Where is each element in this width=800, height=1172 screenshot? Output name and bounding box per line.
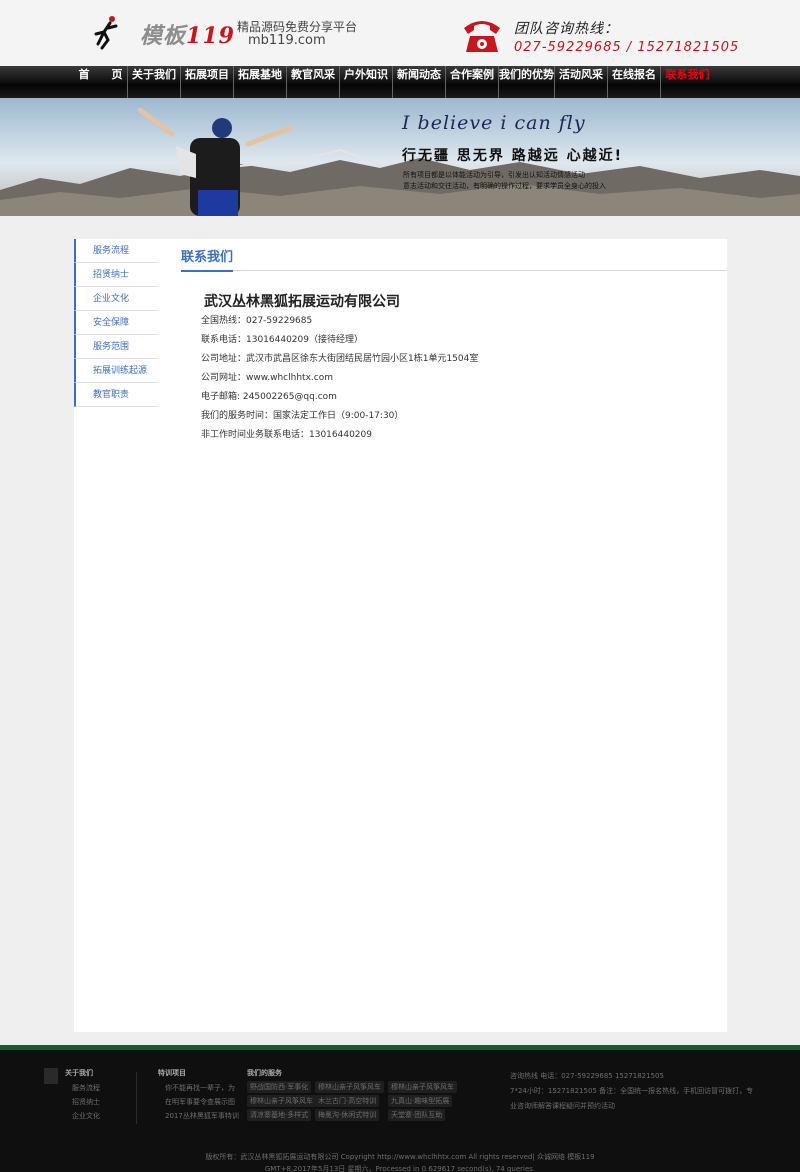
- footer-service-tag-2[interactable]: 穆林山亲子风筝风车: [388, 1081, 457, 1093]
- content-panel: 服务流程 招贤纳士 企业文化 安全保障 服务范围 拓展训练起源 教官职责 联系我们 武汉丛林…: [74, 239, 727, 1032]
- hero-banner: I believe i can fly 行无疆 思无界 路越远 心越近! 所有项…: [0, 98, 800, 216]
- footer-link-training-1[interactable]: 在明军事要令查展示图: [165, 1097, 235, 1107]
- footer-link-about-2[interactable]: 企业文化: [72, 1111, 100, 1121]
- footer-link-training-0[interactable]: 你不能再找一辈子，为: [165, 1083, 235, 1093]
- section-title: 联系我们: [181, 246, 234, 272]
- contact-info: 全国热线：027-59229685 联系电话：13016440209（接待经理） 公…: [201, 312, 478, 445]
- footer-link-about-0[interactable]: 服务流程: [72, 1083, 100, 1093]
- footer-service-tag-0[interactable]: 野战国防西·军事化: [247, 1081, 312, 1093]
- contact-line-2: 公司地址：武汉市武昌区徐东大街团结民居竹园小区1栋1单元1504室: [201, 354, 479, 364]
- sidebar-item-3[interactable]: 安全保障: [74, 311, 158, 335]
- sidebar-item-5[interactable]: 拓展训练起源: [74, 359, 158, 383]
- footer-link-about-1[interactable]: 招贤纳士: [72, 1097, 100, 1107]
- contact-line-5: 我们的服务时间：国家法定工作日（9:00-17:30）: [201, 411, 404, 421]
- nav-item-6[interactable]: 新闻动态: [393, 66, 446, 98]
- hotline-numbers: 027-59229685 / 15271821505: [514, 40, 740, 55]
- footer-col3-title[interactable]: 我们的服务: [247, 1068, 282, 1078]
- banner-line-1: 所有项目都是以体能活动为引导，引发出认知活动情感活动: [403, 171, 585, 179]
- nav-item-4[interactable]: 教官风采: [287, 66, 340, 98]
- runner-logo-icon[interactable]: [88, 14, 124, 50]
- footer-service-tag-4[interactable]: 木兰古门·高空特训: [315, 1095, 380, 1107]
- footer-divider: [136, 1072, 137, 1124]
- banner-subtitle: 行无疆 思无界 路越远 心越近!: [402, 148, 624, 164]
- footer-service-tag-3[interactable]: 穆林山亲子风筝风车: [247, 1095, 316, 1107]
- site-domain: mb119.com: [248, 33, 326, 48]
- nav-item-0[interactable]: 首 页: [74, 66, 128, 98]
- nav-item-7[interactable]: 合作案例: [446, 66, 499, 98]
- footer-processed: GMT+8,2017年5月13日 星期六，Processed in 0.6296…: [264, 1165, 536, 1172]
- site-logo-text[interactable]: 模板119: [140, 18, 235, 50]
- nav-item-10[interactable]: 在线报名: [608, 66, 661, 98]
- contact-line-0: 全国热线：027-59229685: [201, 316, 313, 326]
- mountain-illustration: [0, 107, 800, 216]
- footer-col2-title[interactable]: 特训项目: [158, 1068, 186, 1078]
- nav-item-2[interactable]: 拓展项目: [181, 66, 234, 98]
- sidebar-item-1[interactable]: 招贤纳士: [74, 263, 158, 287]
- banner-line-2: 意志活动和交往活动，有明确的操作过程，要求学员全身心的投入: [403, 182, 606, 190]
- site-header: 模板119 精品源码免费分享平台 mb119.com 团队咨询热线： 027-5…: [0, 0, 800, 66]
- banner-title: I believe i can fly: [402, 112, 586, 134]
- hotline-title: 团队咨询热线：: [514, 21, 619, 37]
- sidebar-item-6[interactable]: 教官职责: [74, 383, 158, 407]
- telephone-icon: [464, 21, 500, 52]
- footer-contact-line-1: 7*24小时：15271821505 备注：全国统一报名热线，手机回访冒可拨打，…: [510, 1087, 754, 1095]
- site-footer: 关于我们 服务流程招贤纳士企业文化 特训项目 你不能再找一辈子，为 在明军事要令查…: [0, 1045, 800, 1172]
- nav-item-1[interactable]: 关于我们: [128, 66, 181, 98]
- sidebar-menu: 服务流程 招贤纳士 企业文化 安全保障 服务范围 拓展训练起源 教官职责: [74, 239, 158, 407]
- sidebar-item-2[interactable]: 企业文化: [74, 287, 158, 311]
- footer-service-tag-1[interactable]: 穆林山亲子风筝风车: [315, 1081, 384, 1093]
- footer-contact-line-2: 业咨询师解答课程疑问并预约活动: [510, 1102, 615, 1110]
- nav-item-11[interactable]: 联系我们: [661, 66, 714, 98]
- footer-col1-title[interactable]: 关于我们: [65, 1068, 93, 1078]
- footer-link-training-2[interactable]: 2017丛林黑狐军事特训: [165, 1111, 239, 1121]
- nav-item-8[interactable]: 我们的优势: [499, 66, 555, 98]
- logo-text-a: 模板: [140, 23, 187, 49]
- footer-service-tag-7[interactable]: 梅冕沟·休闲式特训: [315, 1109, 380, 1121]
- footer-copyright: 版权所有：武汉丛林黑狐拓展运动有限公司 Copyright http://www…: [205, 1153, 595, 1161]
- main-nav: 首 页关于我们 拓展项目 拓展基地 教官风采 户外知识 新闻动态 合作案例 我们的优势 活动风采…: [0, 66, 800, 98]
- nav-item-5[interactable]: 户外知识: [340, 66, 393, 98]
- section-title-bar: 联系我们: [181, 239, 727, 272]
- contact-line-3: 公司网址：www.whclhhtx.com: [201, 373, 333, 383]
- nav-item-9[interactable]: 活动风采: [555, 66, 608, 98]
- company-name: 武汉丛林黑狐拓展运动有限公司: [204, 294, 400, 310]
- footer-logo-icon: [44, 1068, 58, 1084]
- footer-contact-line-0: 咨询热线 电话：027-59229685 15271821505: [510, 1072, 664, 1080]
- footer-service-tag-8[interactable]: 天堂寨·团队互助: [388, 1109, 446, 1121]
- contact-line-1: 联系电话：13016440209（接待经理）: [201, 335, 363, 345]
- footer-service-tag-6[interactable]: 清凉寨基地·多样式: [247, 1109, 312, 1121]
- sidebar-item-0[interactable]: 服务流程: [74, 239, 158, 263]
- nav-item-3[interactable]: 拓展基地: [234, 66, 287, 98]
- logo-text-b: 119: [186, 23, 235, 49]
- contact-line-4: 电子邮箱: 245002265@qq.com: [201, 392, 337, 402]
- footer-service-tag-5[interactable]: 九真山·趣味型拓展: [388, 1095, 453, 1107]
- sidebar-item-4[interactable]: 服务范围: [74, 335, 158, 359]
- contact-line-6: 非工作时间业务联系电话：13016440209: [201, 430, 372, 440]
